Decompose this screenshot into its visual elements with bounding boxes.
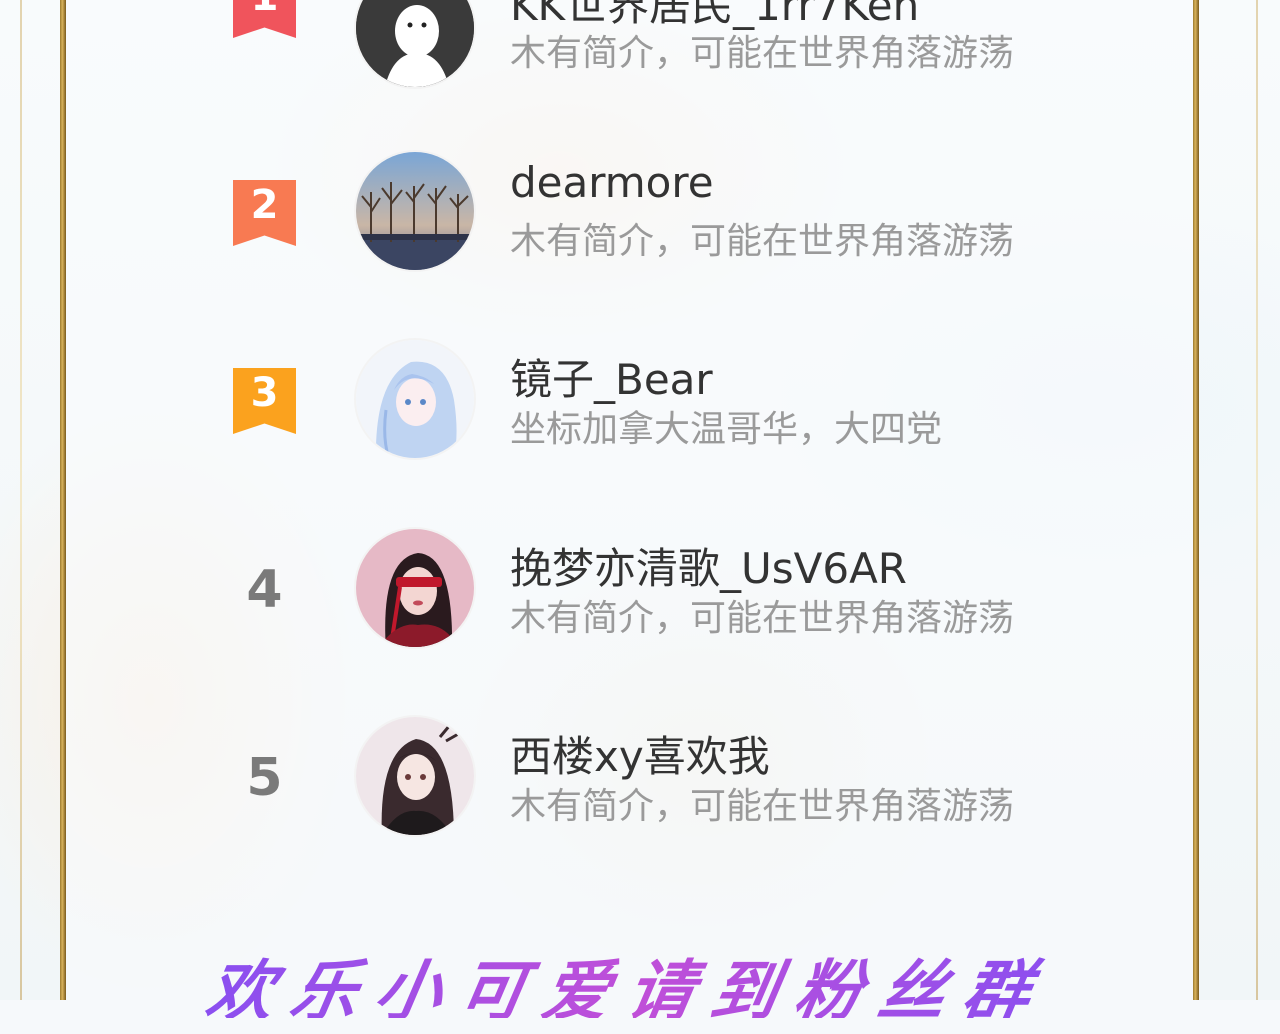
user-bio: 木有简介，可能在世界角落游荡 (510, 786, 1015, 827)
outer-frame-left (20, 0, 22, 1000)
ink-girl-avatar-icon (356, 717, 474, 835)
outer-frame-right (1256, 0, 1258, 1000)
user-name[interactable]: 西楼xy喜欢我 (510, 723, 770, 784)
rank-badge-3: 3 (233, 368, 296, 434)
leaderboard-row-5[interactable]: 5 西楼xy喜欢我 木有简介，可能在世界角落游荡 (200, 715, 1100, 845)
user-name[interactable]: 挽梦亦清歌_UsV6AR (510, 535, 907, 596)
trees-avatar[interactable] (354, 150, 476, 272)
gold-frame-left (60, 0, 66, 1000)
rank-badge-2: 2 (233, 180, 296, 246)
leaderboard-row-2[interactable]: 2 dearmore 木有简介，可能在世界角落游荡 (200, 150, 1100, 280)
rank-number: 1 (251, 0, 279, 20)
blindfold-girl-avatar-icon (356, 529, 474, 647)
rank-number: 3 (250, 370, 279, 416)
rank-number: 2 (250, 182, 279, 228)
user-bio: 坐标加拿大温哥华，大四党 (510, 409, 943, 450)
anime-girl-avatar-icon (356, 340, 474, 458)
ghost-avatar[interactable] (354, 0, 476, 89)
anime-girl-avatar[interactable] (354, 338, 476, 460)
trees-avatar-icon (356, 152, 474, 270)
user-name[interactable]: dearmore (510, 158, 714, 207)
gold-frame-right (1193, 0, 1199, 1000)
leaderboard-row-1[interactable]: 1 KK世界居民_1rr7Ken 木有简介，可能在世界角落游荡 (200, 0, 1100, 102)
user-bio: 木有简介，可能在世界角落游荡 (510, 598, 1015, 639)
rank-badge-1: 1 (233, 0, 296, 38)
rank-number-4: 4 (246, 560, 283, 620)
fan-group-cta: 欢乐小可爱请到粉丝群 (201, 938, 1077, 1030)
user-bio: 木有简介，可能在世界角落游荡 (510, 33, 1015, 74)
leaderboard-row-3[interactable]: 3 镜子_Bear 坐标加拿大温哥华，大四党 (200, 338, 1100, 468)
rank-number-5: 5 (246, 748, 283, 808)
user-bio: 木有简介，可能在世界角落游荡 (510, 221, 1015, 262)
ink-girl-avatar[interactable] (354, 715, 476, 837)
blindfold-girl-avatar[interactable] (354, 527, 476, 649)
ghost-avatar-icon (356, 0, 474, 87)
user-name[interactable]: 镜子_Bear (510, 346, 713, 407)
leaderboard-row-4[interactable]: 4 挽梦亦清歌_UsV6AR 木有简介，可能在世界角落游荡 (200, 527, 1100, 657)
